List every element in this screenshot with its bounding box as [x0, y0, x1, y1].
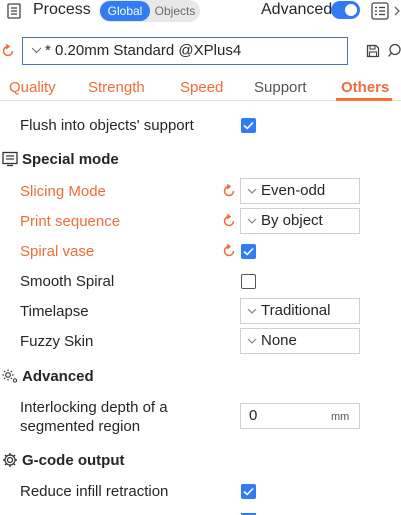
panel-title: Process	[33, 1, 91, 18]
chevron-down-icon	[31, 47, 42, 54]
reset-icon[interactable]	[222, 184, 236, 198]
flush-support-label: Flush into objects' support	[20, 117, 194, 134]
timelapse-value: Traditional	[261, 302, 331, 319]
gcode-gear-icon	[3, 453, 17, 467]
checkmark-icon	[243, 247, 254, 256]
spiral-vase-checkbox[interactable]	[241, 244, 256, 259]
slicing-mode-dropdown[interactable]: Even-odd	[240, 178, 360, 204]
interlocking-depth-label-line1: Interlocking depth of a	[20, 399, 168, 416]
print-sequence-dropdown[interactable]: By object	[240, 208, 360, 234]
print-sequence-value: By object	[261, 212, 323, 229]
reset-preset-icon[interactable]	[1, 44, 15, 58]
timelapse-dropdown[interactable]: Traditional	[240, 298, 360, 324]
gcode-section-title: G-code output	[22, 452, 125, 469]
chevron-down-icon	[247, 188, 257, 194]
active-tab-indicator	[336, 98, 392, 101]
objects-mode-button[interactable]: Objects	[151, 1, 199, 21]
interlocking-depth-value: 0	[249, 407, 258, 424]
reset-icon[interactable]	[222, 214, 236, 228]
spiral-vase-label: Spiral vase	[20, 243, 95, 260]
reset-icon[interactable]	[222, 244, 236, 258]
slicing-mode-value: Even-odd	[261, 182, 326, 199]
checkmark-icon	[243, 121, 254, 130]
global-objects-switch[interactable]: Global Objects	[99, 0, 200, 22]
preset-name: * 0.20mm Standard @XPlus4	[45, 42, 242, 59]
toggle-knob	[345, 4, 357, 16]
preset-dropdown[interactable]: * 0.20mm Standard @XPlus4	[22, 37, 348, 65]
chevron-down-icon	[247, 308, 257, 314]
reduce-infill-retraction-label: Reduce infill retraction	[20, 483, 169, 500]
advanced-section-title: Advanced	[22, 368, 94, 385]
timelapse-label: Timelapse	[20, 303, 89, 320]
tab-others[interactable]: Others	[341, 79, 389, 96]
settings-list-icon[interactable]	[371, 2, 389, 20]
tab-support[interactable]: Support	[254, 79, 307, 96]
special-mode-icon	[2, 151, 18, 167]
interlocking-depth-input[interactable]: 0 mm	[240, 403, 360, 429]
save-icon[interactable]	[366, 44, 380, 58]
tab-strength[interactable]: Strength	[88, 79, 145, 96]
global-mode-button[interactable]: Global	[100, 1, 150, 21]
fuzzy-skin-dropdown[interactable]: None	[240, 328, 360, 354]
fuzzy-skin-value: None	[261, 332, 297, 349]
smooth-spiral-checkbox[interactable]	[241, 274, 256, 289]
advanced-gear-icon	[2, 369, 18, 383]
slicing-mode-label: Slicing Mode	[20, 183, 106, 200]
process-icon	[7, 3, 21, 19]
smooth-spiral-label: Smooth Spiral	[20, 273, 115, 290]
print-sequence-label: Print sequence	[20, 213, 121, 230]
tab-speed[interactable]: Speed	[180, 79, 223, 96]
interlocking-depth-unit: mm	[331, 411, 350, 423]
chevron-down-icon	[247, 218, 257, 224]
fuzzy-skin-label: Fuzzy Skin	[20, 333, 94, 350]
expand-icon[interactable]	[394, 6, 401, 16]
tab-quality[interactable]: Quality	[9, 79, 56, 96]
chevron-down-icon	[247, 338, 257, 344]
search-icon[interactable]	[388, 43, 401, 59]
special-mode-section-title: Special mode	[22, 151, 119, 168]
flush-support-checkbox[interactable]	[241, 118, 256, 133]
advanced-toggle[interactable]	[331, 1, 360, 19]
advanced-label: Advanced	[261, 1, 333, 18]
interlocking-depth-label-line2: segmented region	[20, 418, 141, 435]
checkmark-icon	[243, 487, 254, 496]
reduce-infill-retraction-checkbox[interactable]	[241, 484, 256, 499]
